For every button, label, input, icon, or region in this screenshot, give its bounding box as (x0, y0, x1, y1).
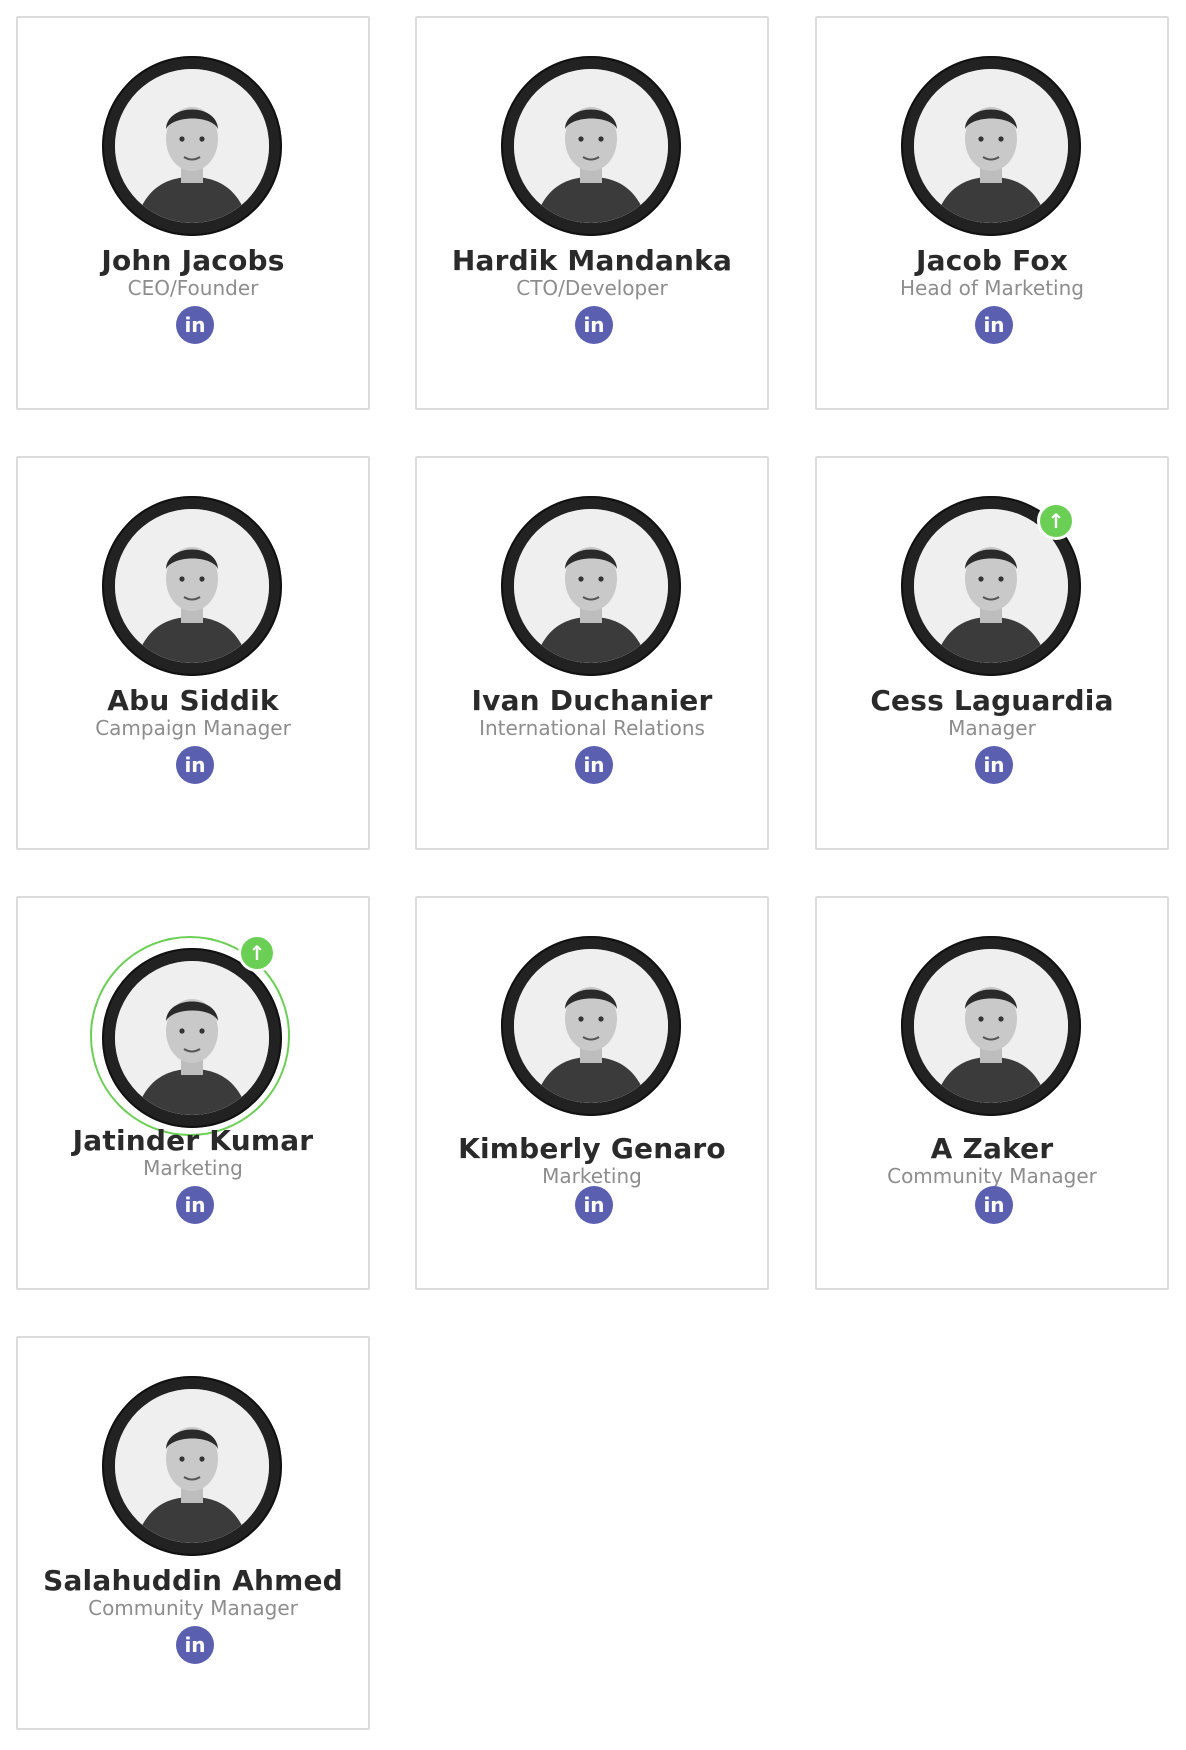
avatar-container (18, 1376, 368, 1566)
avatar-container (18, 496, 368, 686)
member-name: John Jacobs (101, 244, 285, 277)
linkedin-icon[interactable]: in (176, 746, 214, 784)
avatar-container (417, 496, 767, 686)
profile-photo (514, 949, 668, 1103)
avatar-container (817, 936, 1167, 1126)
avatar (90, 936, 290, 1136)
avatar-container (18, 56, 368, 246)
promoted-arrow-icon: ↑ (1037, 502, 1075, 540)
profile-photo (115, 1389, 269, 1543)
avatar-container (417, 936, 767, 1126)
team-member-card: Jacob Fox Head of Marketing in (815, 16, 1169, 410)
team-member-card: ↑ Cess Laguardia Manager in (815, 456, 1169, 850)
avatar-container (817, 56, 1167, 246)
profile-photo (115, 961, 269, 1115)
member-role: Marketing (542, 1164, 642, 1188)
avatar (102, 1376, 282, 1556)
member-name: Salahuddin Ahmed (43, 1564, 343, 1597)
linkedin-icon[interactable]: in (975, 746, 1013, 784)
team-member-card: Abu Siddik Campaign Manager in (16, 456, 370, 850)
avatar-container: ↑ (18, 934, 368, 1136)
avatar (102, 56, 282, 236)
linkedin-icon[interactable]: in (575, 746, 613, 784)
member-role: Campaign Manager (95, 716, 291, 740)
avatar (901, 936, 1081, 1116)
member-role: CEO/Founder (127, 276, 259, 300)
profile-photo (514, 69, 668, 223)
member-role: Marketing (143, 1156, 243, 1180)
team-member-card: Ivan Duchanier International Relations in (415, 456, 769, 850)
member-role: Community Manager (88, 1596, 298, 1620)
linkedin-icon[interactable]: in (176, 1626, 214, 1664)
member-name: Abu Siddik (107, 684, 279, 717)
promoted-arrow-icon: ↑ (238, 934, 276, 972)
member-role: Head of Marketing (900, 276, 1084, 300)
avatar (501, 496, 681, 676)
member-role: Community Manager (887, 1164, 1097, 1188)
avatar (901, 56, 1081, 236)
team-grid: John Jacobs CEO/Founder in Hardik Mandanka C… (0, 0, 1186, 1750)
avatar (102, 496, 282, 676)
team-member-card: Salahuddin Ahmed Community Manager in (16, 1336, 370, 1730)
linkedin-icon[interactable]: in (975, 1186, 1013, 1224)
avatar (501, 936, 681, 1116)
member-name: Ivan Duchanier (471, 684, 713, 717)
member-role: Manager (948, 716, 1036, 740)
avatar-container: ↑ (817, 496, 1167, 686)
member-name: Hardik Mandanka (451, 244, 733, 277)
linkedin-icon[interactable]: in (975, 306, 1013, 344)
member-name: Jatinder Kumar (72, 1124, 314, 1157)
linkedin-icon[interactable]: in (575, 306, 613, 344)
linkedin-icon[interactable]: in (176, 306, 214, 344)
team-member-card: A Zaker Community Manager in (815, 896, 1169, 1290)
member-name: Cess Laguardia (870, 684, 1114, 717)
linkedin-icon[interactable]: in (176, 1186, 214, 1224)
team-member-card: John Jacobs CEO/Founder in (16, 16, 370, 410)
profile-photo (115, 509, 269, 663)
linkedin-icon[interactable]: in (575, 1186, 613, 1224)
team-member-card: ↑ Jatinder Kumar Marketing in (16, 896, 370, 1290)
member-name: A Zaker (930, 1132, 1054, 1165)
member-name: Kimberly Genaro (458, 1132, 726, 1165)
profile-photo (514, 509, 668, 663)
team-member-card: Hardik Mandanka CTO/Developer in (415, 16, 769, 410)
avatar-container (417, 56, 767, 246)
member-name: Jacob Fox (915, 244, 1069, 277)
avatar (501, 56, 681, 236)
member-role: International Relations (479, 716, 705, 740)
profile-photo (914, 949, 1068, 1103)
team-member-card: Kimberly Genaro Marketing in (415, 896, 769, 1290)
profile-photo (115, 69, 269, 223)
profile-photo (914, 69, 1068, 223)
member-role: CTO/Developer (516, 276, 668, 300)
